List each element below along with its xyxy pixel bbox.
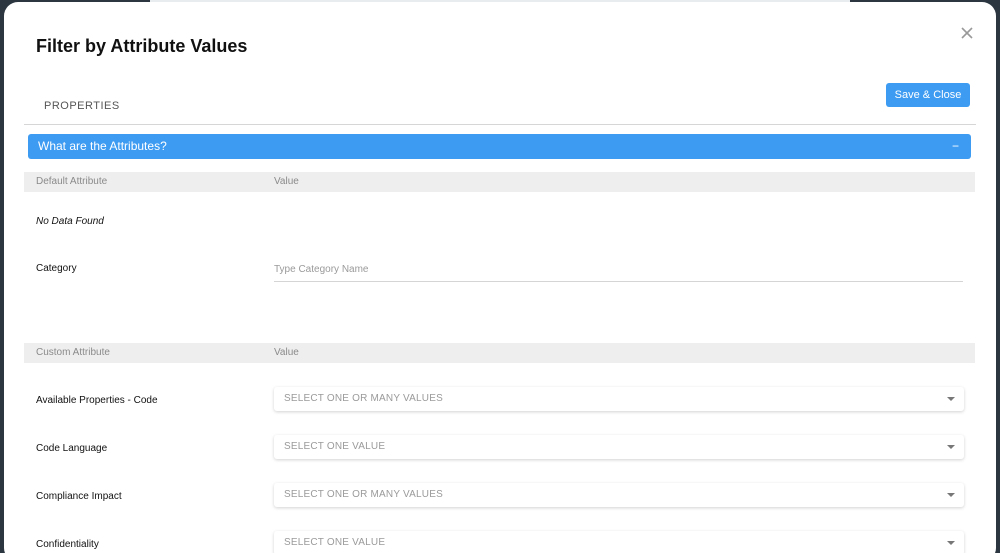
code-language-label: Code Language	[36, 443, 108, 454]
caret-down-icon	[947, 397, 955, 401]
category-input[interactable]	[274, 258, 963, 282]
collapse-icon[interactable]: −	[952, 134, 959, 159]
section-title: What are the Attributes?	[38, 139, 167, 153]
confidentiality-label: Confidentiality	[36, 539, 99, 550]
select-placeholder: SELECT ONE VALUE	[284, 441, 386, 452]
tab-divider	[24, 124, 976, 125]
custom-attribute-col: Custom Attribute	[36, 347, 110, 358]
caret-down-icon	[947, 493, 955, 497]
available-properties-label: Available Properties - Code	[36, 395, 158, 406]
close-icon[interactable]	[958, 24, 976, 42]
category-label: Category	[36, 263, 77, 274]
value-col: Value	[274, 347, 299, 358]
default-attribute-header: Default Attribute Value	[24, 172, 975, 192]
caret-down-icon	[947, 541, 955, 545]
custom-attribute-header: Custom Attribute Value	[24, 343, 975, 363]
compliance-impact-select[interactable]: SELECT ONE OR MANY VALUES	[274, 483, 964, 507]
code-language-select[interactable]: SELECT ONE VALUE	[274, 435, 964, 459]
compliance-impact-label: Compliance Impact	[36, 491, 122, 502]
tab-properties[interactable]: PROPERTIES	[44, 100, 120, 112]
value-col: Value	[274, 176, 299, 187]
modal-title: Filter by Attribute Values	[36, 36, 248, 56]
select-placeholder: SELECT ONE OR MANY VALUES	[284, 393, 443, 404]
confidentiality-select[interactable]: SELECT ONE VALUE	[274, 531, 964, 553]
available-properties-select[interactable]: SELECT ONE OR MANY VALUES	[274, 387, 964, 411]
save-close-button[interactable]: Save & Close	[886, 83, 970, 107]
select-placeholder: SELECT ONE VALUE	[284, 537, 386, 548]
attributes-section-header[interactable]: What are the Attributes? −	[28, 134, 971, 159]
select-placeholder: SELECT ONE OR MANY VALUES	[284, 489, 443, 500]
caret-down-icon	[947, 445, 955, 449]
filter-modal: Filter by Attribute Values Save & Close …	[4, 2, 996, 553]
default-attribute-col: Default Attribute	[36, 176, 108, 187]
no-data-text: No Data Found	[36, 216, 104, 227]
